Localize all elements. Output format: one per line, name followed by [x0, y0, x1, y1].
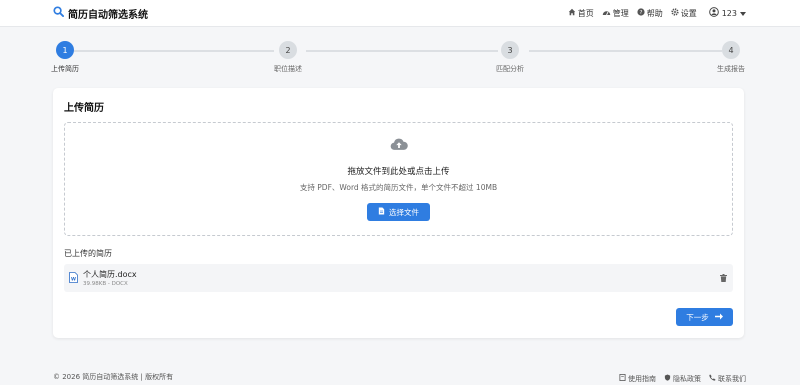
upload-card: 上传简历 拖放文件到此处或点击上传 支持 PDF、Word 格式的简历文件，单个… — [53, 88, 744, 338]
file-icon — [378, 207, 385, 217]
dropzone-subtitle: 支持 PDF、Word 格式的简历文件，单个文件不超过 10MB — [299, 183, 498, 192]
gear-icon — [671, 8, 679, 18]
step-number: 4 — [722, 41, 740, 59]
step-connector — [74, 50, 274, 52]
step-generate-report: 4 生成报告 — [701, 41, 761, 74]
user-menu[interactable]: 123 — [708, 7, 746, 19]
help-icon: ? — [637, 8, 645, 18]
footer-link-contact[interactable]: 联系我们 — [709, 372, 746, 385]
footer-link-label: 隐私政策 — [673, 374, 701, 383]
file-name: 个人简历.docx — [83, 270, 137, 279]
footer-link-label: 使用指南 — [628, 374, 656, 383]
arrow-right-icon — [714, 313, 723, 322]
file-dropzone[interactable]: 拖放文件到此处或点击上传 支持 PDF、Word 格式的简历文件，单个文件不超过… — [64, 122, 733, 236]
trash-icon[interactable] — [720, 274, 727, 284]
step-connector — [306, 50, 498, 52]
cloud-upload-icon — [390, 137, 408, 153]
svg-text:?: ? — [639, 10, 642, 16]
card-title: 上传简历 — [64, 103, 104, 114]
nav-item-label: 管理 — [612, 8, 629, 18]
nav-links: 首页 管理 ? 帮助 设置 123 — [568, 7, 746, 19]
nav-item-manage[interactable]: 管理 — [602, 8, 629, 19]
uploaded-file-item: W 个人简历.docx 39.98KB - DOCX — [64, 264, 733, 292]
nav-item-label: 首页 — [577, 8, 594, 18]
phone-icon — [709, 374, 716, 383]
footer-link-label: 联系我们 — [718, 374, 746, 383]
nav-item-label: 设置 — [680, 8, 697, 18]
nav-item-label: 帮助 — [646, 8, 663, 18]
svg-text:W: W — [71, 276, 76, 282]
app-title: 简历自动筛选系统 — [68, 9, 148, 21]
caret-down-icon — [740, 9, 746, 18]
footer-link-guide[interactable]: 使用指南 — [619, 372, 656, 385]
step-match-analysis: 3 匹配分析 — [480, 41, 540, 74]
footer-link-privacy[interactable]: 隐私政策 — [664, 372, 701, 385]
step-number: 3 — [501, 41, 519, 59]
progress-stepper: 1 上传简历 2 职位描述 3 匹配分析 4 生成报告 — [51, 41, 745, 74]
search-icon — [53, 6, 64, 20]
user-name: 123 — [721, 8, 737, 18]
footer-links: 使用指南 隐私政策 联系我们 — [619, 372, 746, 385]
step-job-description: 2 职位描述 — [258, 41, 318, 74]
dashboard-icon — [602, 8, 611, 18]
book-icon — [619, 374, 626, 383]
step-label: 生成报告 — [717, 65, 745, 73]
step-label: 职位描述 — [274, 65, 302, 73]
copyright-text: © 2026 简历自动筛选系统 | 版权所有 — [53, 373, 174, 381]
step-label: 匹配分析 — [496, 65, 524, 73]
app-brand[interactable]: 简历自动筛选系统 — [53, 6, 148, 21]
step-connector — [529, 50, 722, 52]
nav-item-help[interactable]: ? 帮助 — [637, 8, 663, 19]
step-number: 2 — [279, 41, 297, 59]
step-number: 1 — [56, 41, 74, 59]
nav-item-home[interactable]: 首页 — [568, 8, 594, 19]
step-label: 上传简历 — [51, 65, 79, 73]
step-upload-resume: 1 上传简历 — [35, 41, 95, 74]
next-step-label: 下一步 — [686, 312, 709, 322]
user-circle-icon — [708, 7, 719, 19]
word-file-icon: W — [69, 272, 78, 285]
nav-item-settings[interactable]: 设置 — [671, 8, 697, 19]
uploaded-list-title: 已上传的简历 — [64, 249, 112, 258]
shield-icon — [664, 374, 671, 383]
select-file-label: 选择文件 — [389, 207, 419, 217]
top-navbar: 简历自动筛选系统 首页 管理 ? 帮助 设置 123 — [0, 0, 800, 27]
file-meta: 39.98KB - DOCX — [83, 281, 128, 287]
dropzone-title: 拖放文件到此处或点击上传 — [347, 167, 450, 177]
select-file-button[interactable]: 选择文件 — [367, 203, 430, 221]
next-step-button[interactable]: 下一步 — [676, 308, 733, 326]
home-icon — [568, 8, 576, 18]
page-footer: © 2026 简历自动筛选系统 | 版权所有 使用指南 隐私政策 联系我们 — [0, 372, 800, 385]
